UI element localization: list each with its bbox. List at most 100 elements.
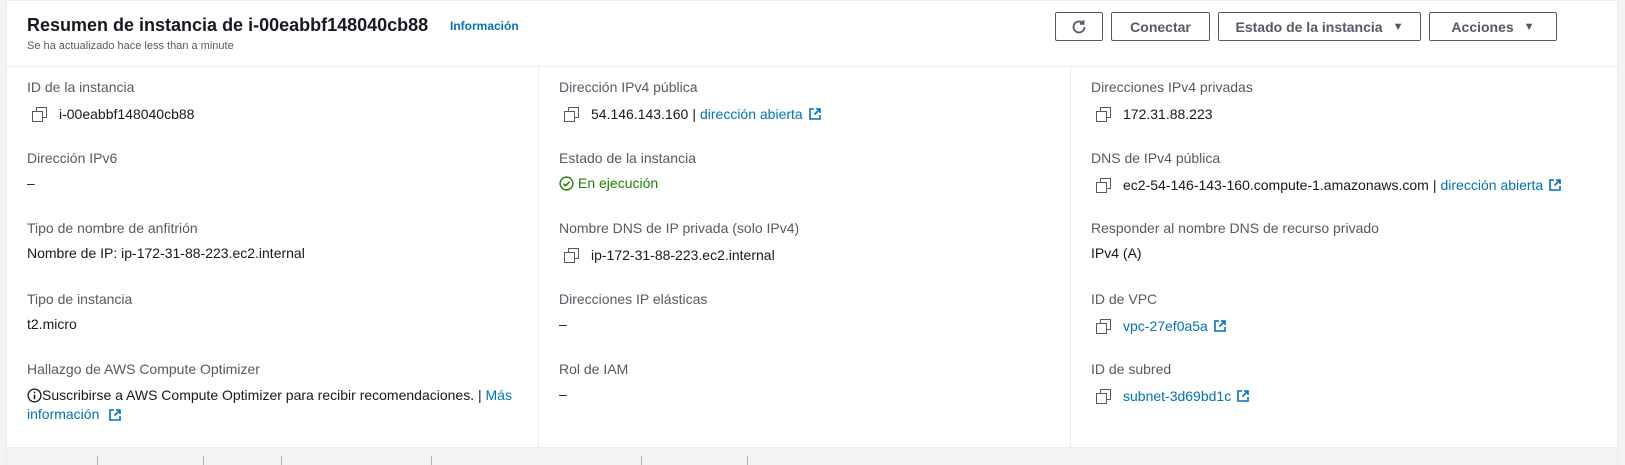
copy-icon[interactable] [1096, 389, 1111, 404]
subnet-id-link[interactable]: subnet-3d69bd1c [1123, 388, 1231, 404]
external-link-icon[interactable] [1548, 178, 1562, 192]
summary-header: Resumen de instancia de i-00eabbf148040c… [7, 1, 1617, 67]
field-value-row: 172.31.88.223 [1091, 106, 1591, 122]
field-label: Dirección IPv6 [27, 150, 118, 166]
instance-summary-panel: Resumen de instancia de i-00eabbf148040c… [6, 0, 1618, 465]
field-public-ipv4: Dirección IPv4 pública 54.146.143.160 | … [559, 79, 1059, 122]
instance-type-value: t2.micro [27, 316, 77, 332]
separator: | [692, 106, 696, 122]
field-iam-role: Rol de IAM – [559, 361, 1059, 402]
field-instance-state: Estado de la instancia En ejecución [559, 150, 1059, 191]
open-address-link[interactable]: dirección abierta [700, 106, 803, 122]
field-label: Tipo de instancia [27, 291, 133, 307]
field-label: DNS de IPv4 pública [1091, 150, 1221, 166]
actions-dropdown[interactable]: Acciones ▼ [1429, 12, 1557, 41]
instance-state-label: Estado de la instancia [1235, 18, 1383, 35]
info-icon [27, 388, 42, 403]
public-dns-value: ec2-54-146-143-160.compute-1.amazonaws.c… [1123, 177, 1429, 193]
field-label: ID de subred [1091, 361, 1172, 377]
field-label: Direcciones IP elásticas [559, 291, 708, 307]
field-compute-optimizer: Hallazgo de AWS Compute Optimizer Suscri… [27, 361, 527, 424]
open-address-link[interactable]: dirección abierta [1440, 177, 1543, 193]
status-badge: En ejecución [559, 175, 1059, 191]
tab-divider [747, 456, 748, 465]
details-column-1: ID de la instancia i-00eabbf148040cb88 D… [7, 67, 539, 447]
ipv6-value: – [27, 175, 35, 191]
field-hostname-type: Tipo de nombre de anfitrión Nombre de IP… [27, 220, 527, 261]
refresh-button[interactable] [1055, 12, 1103, 41]
field-value-row: 54.146.143.160 | dirección abierta [559, 106, 1059, 122]
caret-down-icon: ▼ [1392, 20, 1404, 33]
field-value-row: i-00eabbf148040cb88 [27, 106, 527, 122]
field-value-row: subnet-3d69bd1c [1091, 388, 1591, 404]
instance-id-value: i-00eabbf148040cb88 [59, 106, 195, 122]
more-info-link[interactable]: Más [486, 387, 512, 403]
tab-divider [203, 456, 204, 465]
optimizer-message: Suscribirse a AWS Compute Optimizer para… [42, 387, 482, 403]
iam-role-value: – [559, 386, 567, 402]
copy-icon[interactable] [32, 107, 47, 122]
copy-icon[interactable] [1096, 107, 1111, 122]
field-value-row: ec2-54-146-143-160.compute-1.amazonaws.c… [1091, 177, 1591, 193]
private-ipv4-value: 172.31.88.223 [1123, 106, 1213, 122]
field-resource-dns: Responder al nombre DNS de recurso priva… [1091, 220, 1591, 261]
field-label: ID de VPC [1091, 291, 1158, 307]
copy-icon[interactable] [1096, 178, 1111, 193]
field-instance-id: ID de la instancia i-00eabbf148040cb88 [27, 79, 527, 122]
field-label: Hallazgo de AWS Compute Optimizer [27, 361, 260, 377]
field-subnet-id: ID de subred subnet-3d69bd1c [1091, 361, 1591, 404]
resource-dns-value: IPv4 (A) [1091, 245, 1142, 261]
instance-state-value: En ejecución [578, 175, 659, 191]
external-link-icon[interactable] [1236, 389, 1250, 403]
field-label: Nombre DNS de IP privada (solo IPv4) [559, 220, 800, 236]
field-vpc-id: ID de VPC vpc-27ef0a5a [1091, 291, 1591, 334]
field-instance-type: Tipo de instancia t2.micro [27, 291, 527, 332]
last-updated-text: Se ha actualizado hace less than a minut… [27, 40, 234, 52]
caret-down-icon: ▼ [1523, 20, 1535, 33]
connect-label: Conectar [1130, 18, 1191, 35]
check-circle-icon [559, 175, 574, 191]
separator: | [1432, 177, 1437, 193]
instance-state-dropdown[interactable]: Estado de la instancia ▼ [1218, 12, 1421, 41]
field-label: Estado de la instancia [559, 150, 696, 166]
field-label: Rol de IAM [559, 361, 629, 377]
details-tabs-strip [7, 447, 1617, 465]
vpc-id-link[interactable]: vpc-27ef0a5a [1123, 318, 1208, 334]
field-elastic-ips: Direcciones IP elásticas – [559, 291, 1059, 332]
hostname-type-value: Nombre de IP: ip-172-31-88-223.ec2.inter… [27, 245, 305, 261]
field-label: Tipo de nombre de anfitrión [27, 220, 198, 236]
external-link-icon[interactable] [108, 408, 122, 422]
connect-button[interactable]: Conectar [1111, 12, 1210, 41]
tab-divider [281, 456, 282, 465]
field-label: Direcciones IPv4 privadas [1091, 79, 1253, 95]
refresh-icon [1072, 19, 1086, 33]
details-grid: ID de la instancia i-00eabbf148040cb88 D… [7, 67, 1617, 447]
field-public-dns: DNS de IPv4 pública ec2-54-146-143-160.c… [1091, 150, 1591, 193]
optimizer-text: Suscribirse a AWS Compute Optimizer para… [27, 386, 527, 424]
copy-icon[interactable] [564, 248, 579, 263]
private-dns-value: ip-172-31-88-223.ec2.internal [591, 247, 775, 263]
field-ipv6: Dirección IPv6 – [27, 150, 527, 191]
field-label: Responder al nombre DNS de recurso priva… [1091, 220, 1379, 236]
field-private-ipv4: Direcciones IPv4 privadas 172.31.88.223 [1091, 79, 1591, 122]
details-column-3: Direcciones IPv4 privadas 172.31.88.223 … [1071, 67, 1619, 447]
field-value-row: vpc-27ef0a5a [1091, 318, 1591, 334]
tab-divider [641, 456, 642, 465]
public-ipv4-value: 54.146.143.160 [591, 106, 689, 122]
field-private-dns: Nombre DNS de IP privada (solo IPv4) ip-… [559, 220, 1059, 263]
copy-icon[interactable] [564, 107, 579, 122]
tab-divider [97, 456, 98, 465]
info-link[interactable]: Información [450, 19, 519, 33]
field-label: Dirección IPv4 pública [559, 79, 698, 95]
more-info-link-cont[interactable]: información [27, 406, 99, 422]
field-label: ID de la instancia [27, 79, 135, 95]
page-title: Resumen de instancia de i-00eabbf148040c… [27, 15, 429, 35]
copy-icon[interactable] [1096, 319, 1111, 334]
elastic-ips-value: – [559, 316, 567, 332]
tab-divider [431, 456, 432, 465]
external-link-icon[interactable] [1213, 319, 1227, 333]
actions-label: Acciones [1451, 18, 1514, 35]
details-column-2: Dirección IPv4 pública 54.146.143.160 | … [539, 67, 1071, 447]
field-value-row: ip-172-31-88-223.ec2.internal [559, 247, 1059, 263]
external-link-icon[interactable] [808, 107, 822, 121]
